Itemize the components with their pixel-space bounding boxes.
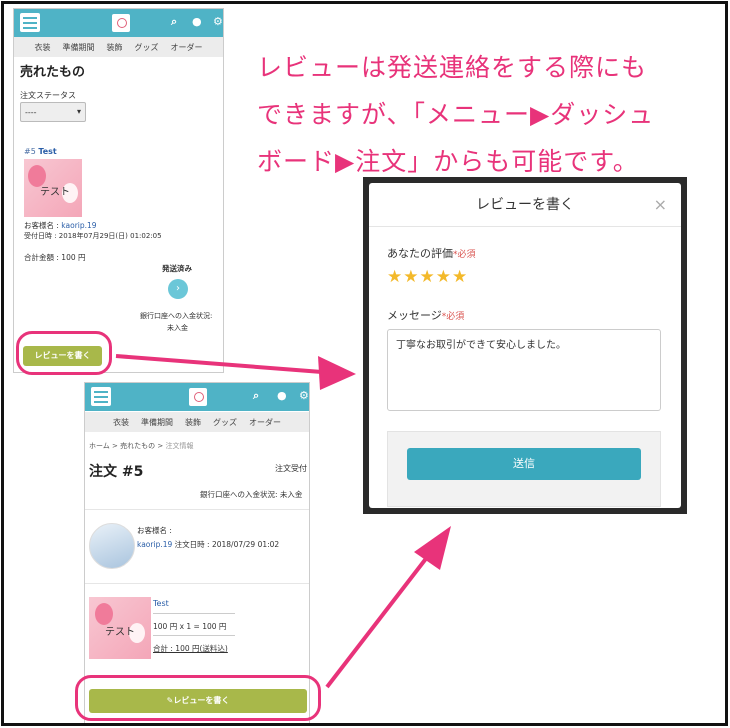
arrow-to-modal (115, 354, 356, 390)
arrow-to-modal-2 (325, 526, 451, 689)
arrows-overlay (115, 354, 451, 689)
screenshot-frame: レビューは発送連絡をする際にも できますが、「メニュー▶ダッシュ ボード▶注文」… (1, 1, 728, 726)
